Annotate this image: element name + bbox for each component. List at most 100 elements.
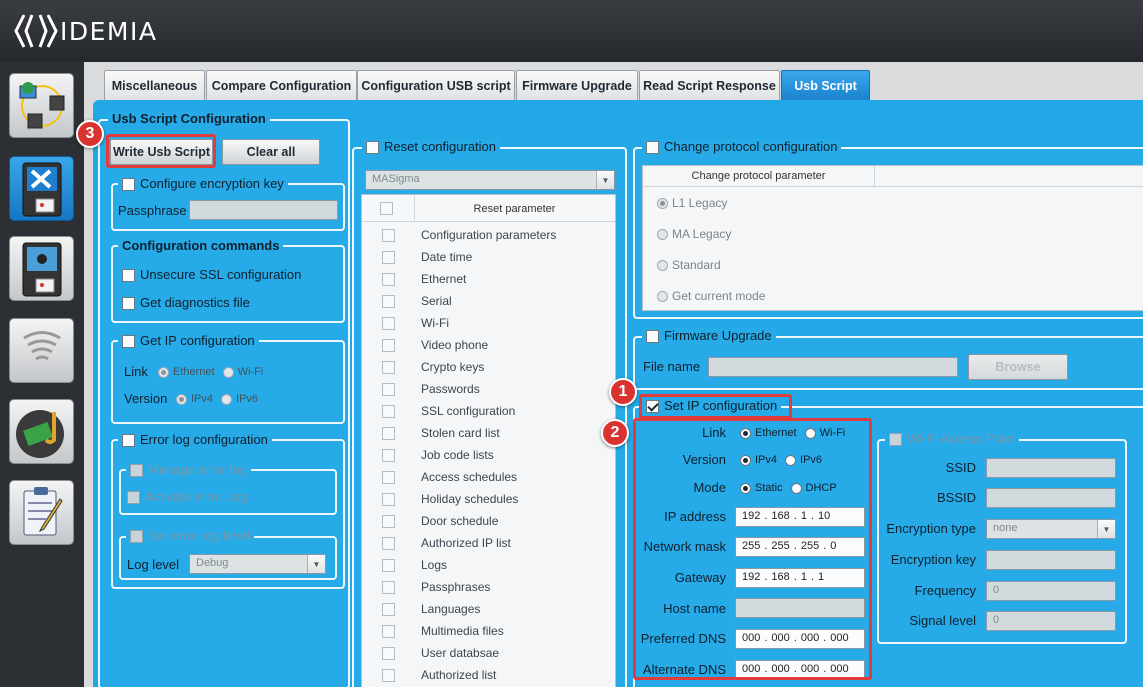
protocol-l1-legacy-radio[interactable] — [657, 197, 668, 209]
reset-item-checkbox[interactable] — [382, 669, 395, 682]
chevron-down-icon: ▼ — [307, 555, 325, 573]
reset-item-label: Authorized list — [421, 668, 497, 682]
reset-item-checkbox[interactable] — [382, 295, 395, 308]
tab-usb-script[interactable]: Usb Script — [781, 70, 870, 100]
reset-item-checkbox[interactable] — [382, 383, 395, 396]
reset-item-label: Configuration parameters — [421, 228, 557, 242]
reset-item-label: Passwords — [421, 382, 480, 396]
reset-item-checkbox[interactable] — [382, 339, 395, 352]
tab-read-script-response[interactable]: Read Script Response — [639, 70, 780, 100]
reset-item-checkbox[interactable] — [382, 603, 395, 616]
signal-level-input[interactable]: 0 — [986, 611, 1116, 631]
get-ip-version-ipv4-radio[interactable] — [176, 393, 187, 405]
reset-item-label: Stolen card list — [421, 426, 500, 440]
step-badge-3: 3 — [76, 120, 104, 148]
reset-item-label: Authorized IP list — [421, 536, 511, 550]
reset-item-label: Video phone — [421, 338, 489, 352]
reset-item-checkbox[interactable] — [382, 251, 395, 264]
sidebar-network-button[interactable] — [9, 73, 74, 138]
reset-item-checkbox[interactable] — [382, 427, 395, 440]
get-ip-version-ipv6-radio[interactable] — [221, 393, 233, 405]
reset-item-checkbox[interactable] — [382, 229, 395, 242]
protocol-option-l1-legacy: L1 Legacy — [657, 195, 727, 211]
tab-compare-configuration[interactable]: Compare Configuration — [206, 70, 357, 100]
reset-item-checkbox[interactable] — [382, 647, 395, 660]
activate-error-log-checkbox[interactable] — [127, 490, 140, 504]
reset-item-label: Wi-Fi — [421, 316, 449, 330]
reset-item-checkbox[interactable] — [382, 273, 395, 286]
reset-item-checkbox[interactable] — [382, 449, 395, 462]
signal-level-label: Signal level — [909, 613, 977, 628]
reset-item-label: Date time — [421, 250, 473, 264]
highlight-set-ip-checkbox — [639, 394, 792, 419]
manage-error-log-checkbox[interactable] — [130, 463, 143, 477]
sidebar-device-settings-button[interactable] — [9, 236, 74, 301]
reset-item-label: Logs — [421, 558, 448, 572]
encryption-type-select[interactable]: none ▼ — [986, 519, 1116, 539]
frequency-input[interactable]: 0 — [986, 581, 1116, 601]
reset-item-checkbox[interactable] — [382, 625, 395, 638]
log-level-select[interactable]: Debug ▼ — [189, 554, 326, 574]
reset-item-label: Ethernet — [421, 272, 467, 286]
unsecure-ssl-checkbox[interactable] — [122, 268, 135, 282]
protocol-current-mode-radio[interactable] — [657, 290, 668, 302]
get-ip-configuration-legend: Get IP configuration — [118, 333, 259, 349]
sidebar-contactless-button[interactable] — [9, 318, 74, 383]
reset-item-checkbox[interactable] — [382, 515, 395, 528]
reset-item-label: Multimedia files — [421, 624, 504, 638]
tab-firmware-upgrade[interactable]: Firmware Upgrade — [516, 70, 638, 100]
get-ip-configuration-checkbox[interactable] — [122, 334, 135, 348]
get-diagnostics-checkbox[interactable] — [122, 296, 135, 310]
protocol-standard-radio[interactable] — [657, 259, 668, 271]
bssid-input[interactable] — [986, 488, 1116, 508]
highlight-set-ip-fields — [633, 418, 872, 680]
browse-button[interactable]: Browse — [968, 354, 1068, 380]
reset-item-checkbox[interactable] — [382, 471, 395, 484]
passphrase-input[interactable] — [189, 200, 338, 220]
protocol-parameter-table: Change protocol parameter L1 Legacy MA L… — [642, 165, 1143, 311]
usb-script-configuration-title: Usb Script Configuration — [108, 111, 270, 127]
reset-item-label: Access schedules — [421, 470, 518, 484]
set-error-log-level-checkbox[interactable] — [130, 529, 143, 543]
error-log-configuration-checkbox[interactable] — [122, 433, 135, 447]
tab-miscellaneous[interactable]: Miscellaneous — [104, 70, 205, 100]
brand-name: IDEMIA — [60, 17, 158, 46]
ssid-input[interactable] — [986, 458, 1116, 478]
protocol-ma-legacy-radio[interactable] — [657, 228, 668, 240]
step-badge-2: 2 — [601, 419, 629, 447]
get-ip-link-ethernet-radio[interactable] — [158, 366, 169, 378]
sidebar-multimedia-button[interactable] — [9, 399, 74, 464]
get-ip-link-wifi-radio[interactable] — [222, 366, 234, 378]
reset-list-header: Reset parameter — [362, 195, 615, 222]
change-protocol-legend: Change protocol configuration — [642, 139, 842, 155]
tab-configuration-usb-script[interactable]: Configuration USB script — [357, 70, 515, 100]
reset-select-all-checkbox[interactable] — [380, 202, 393, 215]
reset-item-label: Crypto keys — [421, 360, 485, 374]
reset-device-select[interactable]: MASigma ▼ — [365, 170, 615, 190]
reset-item-checkbox[interactable] — [382, 317, 395, 330]
reset-item-checkbox[interactable] — [382, 559, 395, 572]
sidebar-configuration-button[interactable] — [9, 156, 74, 221]
firmware-upgrade-checkbox[interactable] — [646, 329, 659, 343]
manage-error-log-label: Manage error log — [148, 462, 247, 477]
sidebar-script-button[interactable] — [9, 480, 74, 545]
clear-all-button[interactable]: Clear all — [222, 139, 320, 165]
reset-item-checkbox[interactable] — [382, 361, 395, 374]
change-protocol-checkbox[interactable] — [646, 140, 659, 154]
reset-item-checkbox[interactable] — [382, 537, 395, 550]
passphrase-label: Passphrase — [118, 203, 187, 218]
file-name-input[interactable] — [708, 357, 958, 377]
reset-item-checkbox[interactable] — [382, 493, 395, 506]
network-computers-icon — [19, 82, 65, 129]
encryption-key-input[interactable] — [986, 550, 1116, 570]
change-protocol-label: Change protocol configuration — [664, 139, 838, 154]
protocol-option-ma-legacy: MA Legacy — [657, 226, 731, 242]
reset-configuration-checkbox[interactable] — [366, 140, 379, 154]
reset-item-checkbox[interactable] — [382, 581, 395, 594]
reset-item-checkbox[interactable] — [382, 405, 395, 418]
reset-item-label: Holiday schedules — [421, 492, 519, 506]
chevron-down-icon: ▼ — [1097, 520, 1115, 538]
configure-encryption-key-checkbox[interactable] — [122, 177, 135, 191]
wifi-access-point-checkbox[interactable] — [889, 432, 902, 446]
get-ip-link-label: Link — [124, 364, 148, 379]
